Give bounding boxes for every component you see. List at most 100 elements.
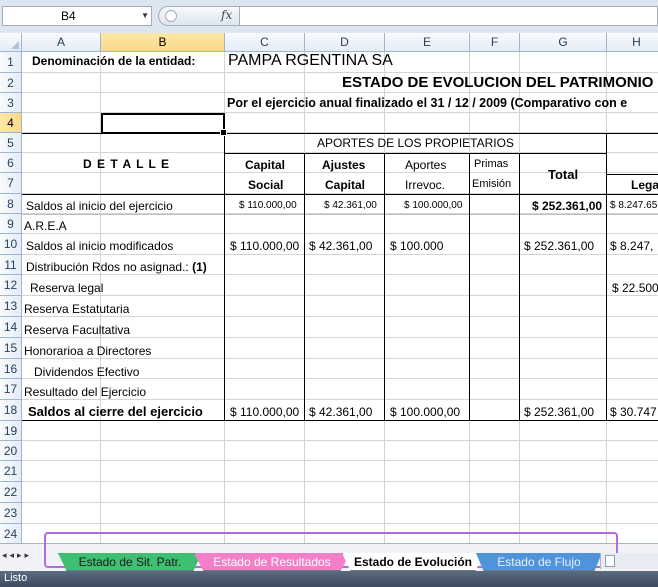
border-d-left <box>304 154 305 421</box>
tab-estado-sit-patr[interactable]: Estado de Sit. Patr. <box>58 553 202 571</box>
tab-estado-resultados[interactable]: Estado de Resultados <box>194 553 350 571</box>
row-header-12[interactable]: 12 <box>0 275 22 296</box>
row-label-distribucion: Distribución Rdos no asignad.: (1) <box>26 260 207 274</box>
header-emision: Emisión <box>472 178 512 190</box>
gridline-row <box>22 502 658 503</box>
cell-d10: $ 42.361,00 <box>309 239 373 253</box>
formula-input[interactable] <box>240 6 658 26</box>
column-header-h[interactable]: H <box>607 33 658 52</box>
row-header-24[interactable]: 24 <box>0 524 22 543</box>
row-header-15[interactable]: 15 <box>0 338 22 359</box>
header-primas: Primas <box>474 158 509 170</box>
gridline-row <box>22 274 658 275</box>
row-8-border <box>22 214 658 215</box>
header-ajustes: Ajustes <box>322 158 366 172</box>
active-cell-b4[interactable] <box>101 113 227 136</box>
gridline-row <box>22 481 658 482</box>
row-header-7[interactable]: 7 <box>0 173 22 194</box>
border-c-left <box>224 133 225 421</box>
name-box-value: B4 <box>61 9 76 23</box>
header-ajustes-capital: Capital <box>325 178 366 192</box>
detail-header: D E T A L L E <box>83 157 171 171</box>
gridline-row <box>22 254 658 255</box>
row-label-dividendos: Dividendos Efectivo <box>34 365 140 379</box>
distribucion-note: (1) <box>192 260 207 274</box>
tab-estado-flujo[interactable]: Estado de Flujo <box>476 553 602 571</box>
name-box[interactable]: B4 ▼ <box>2 6 152 26</box>
gridline-row <box>22 440 658 441</box>
insert-function-icon[interactable]: fx <box>221 8 232 22</box>
column-header-f[interactable]: F <box>470 33 520 52</box>
header-legal: Lega <box>631 178 658 192</box>
row-label-resultado: Resultado del Ejercicio <box>24 385 147 399</box>
row-header-13[interactable]: 13 <box>0 296 22 317</box>
gridline-row <box>22 92 658 93</box>
select-all-button[interactable] <box>0 33 22 52</box>
row-header-1[interactable]: 1 <box>0 52 22 73</box>
status-text: Listo <box>4 572 28 584</box>
cell-e8: $ 100.000,00 <box>404 200 463 211</box>
gridline-row <box>22 233 658 234</box>
sheet-tab-bar: ◂◂▸▸ Estado de Sit. Patr. Estado de Resu… <box>0 532 658 572</box>
row-header-3[interactable]: 3 <box>0 93 22 113</box>
row-header-23[interactable]: 23 <box>0 503 22 524</box>
row-label-saldos-inicio: Saldos al inicio del ejercicio <box>26 199 173 213</box>
gridline-row <box>22 358 658 359</box>
cell-c10: $ 110.000,00 <box>230 239 300 253</box>
row-header-14[interactable]: 14 <box>0 317 22 338</box>
row-label-area: A.R.E.A <box>24 219 67 233</box>
report-title: ESTADO DE EVOLUCION DEL PATRIMONIO <box>342 74 654 91</box>
header-bottom-border <box>22 194 658 195</box>
horizontal-scrollbar[interactable] <box>600 553 658 569</box>
row-header-11[interactable]: 11 <box>0 255 22 275</box>
row-header-20[interactable]: 20 <box>0 441 22 461</box>
row-label-reserva-legal: Reserva legal <box>30 281 104 295</box>
cell-h8: $ 8.247.65 <box>610 200 658 211</box>
column-header-c[interactable]: C <box>225 33 305 52</box>
cell-c18: $ 110.000,00 <box>230 405 300 419</box>
column-header-d[interactable]: D <box>305 33 385 52</box>
cell-area[interactable]: Denominación de la entidad: PAMPA RGENTI… <box>22 52 658 543</box>
row-header-6[interactable]: 6 <box>0 153 22 173</box>
row-label-honorarios: Honorarioa a Directores <box>24 344 152 358</box>
resize-handle-icon[interactable] <box>165 10 177 22</box>
column-header-a[interactable]: A <box>22 33 101 52</box>
header-social: Social <box>248 178 284 192</box>
column-header-e[interactable]: E <box>385 33 470 52</box>
tab-estado-evolucion[interactable]: Estado de Evolución <box>342 553 484 571</box>
column-header-g[interactable]: G <box>520 33 607 52</box>
distribucion-text: Distribución Rdos no asignad.: <box>26 260 189 274</box>
chevron-down-icon[interactable]: ▼ <box>141 7 149 25</box>
cell-d8: $ 42.361,00 <box>324 200 377 211</box>
gridline-row <box>22 295 658 296</box>
row-header-2[interactable]: 2 <box>0 73 22 93</box>
header-irrevoc: Irrevoc. <box>405 178 446 192</box>
table-border-bottom <box>22 420 658 421</box>
row-header-22[interactable]: 22 <box>0 482 22 503</box>
row-header-10[interactable]: 10 <box>0 234 22 255</box>
row-header-16[interactable]: 16 <box>0 359 22 379</box>
row-header-5[interactable]: 5 <box>0 133 22 153</box>
border-h-left <box>606 133 607 421</box>
row-header-21[interactable]: 21 <box>0 461 22 482</box>
row-label-reserva-estatutaria: Reserva Estatutaria <box>24 302 130 316</box>
row-header-19[interactable]: 19 <box>0 421 22 441</box>
gridline-row <box>22 72 658 73</box>
row-header-18[interactable]: 18 <box>0 400 22 421</box>
cell-h12: $ 22.500 <box>612 281 658 295</box>
worksheet-grid[interactable]: A B C D E F G H 1 2 3 4 5 6 7 8 9 10 11 12 13 14 15 16 1… <box>0 33 658 543</box>
cell-h18: $ 30.747 <box>610 405 657 419</box>
row-label-saldos-cierre: Saldos al cierre del ejercicio <box>28 404 203 419</box>
row-header-4[interactable]: 4 <box>0 113 22 133</box>
formula-bar: B4 ▼ fx <box>0 0 658 34</box>
scrollbar-thumb[interactable] <box>605 555 615 567</box>
gridline-row <box>22 337 658 338</box>
header-total: Total <box>548 167 579 182</box>
cell-g8: $ 252.361,00 <box>532 199 603 213</box>
report-subtitle: Por el ejercicio anual finalizado el 31 … <box>227 96 628 110</box>
column-header-b[interactable]: B <box>101 33 225 52</box>
row-header-8[interactable]: 8 <box>0 194 22 214</box>
header-aportes: Aportes <box>405 158 447 172</box>
row-header-17[interactable]: 17 <box>0 379 22 400</box>
row-header-9[interactable]: 9 <box>0 214 22 234</box>
